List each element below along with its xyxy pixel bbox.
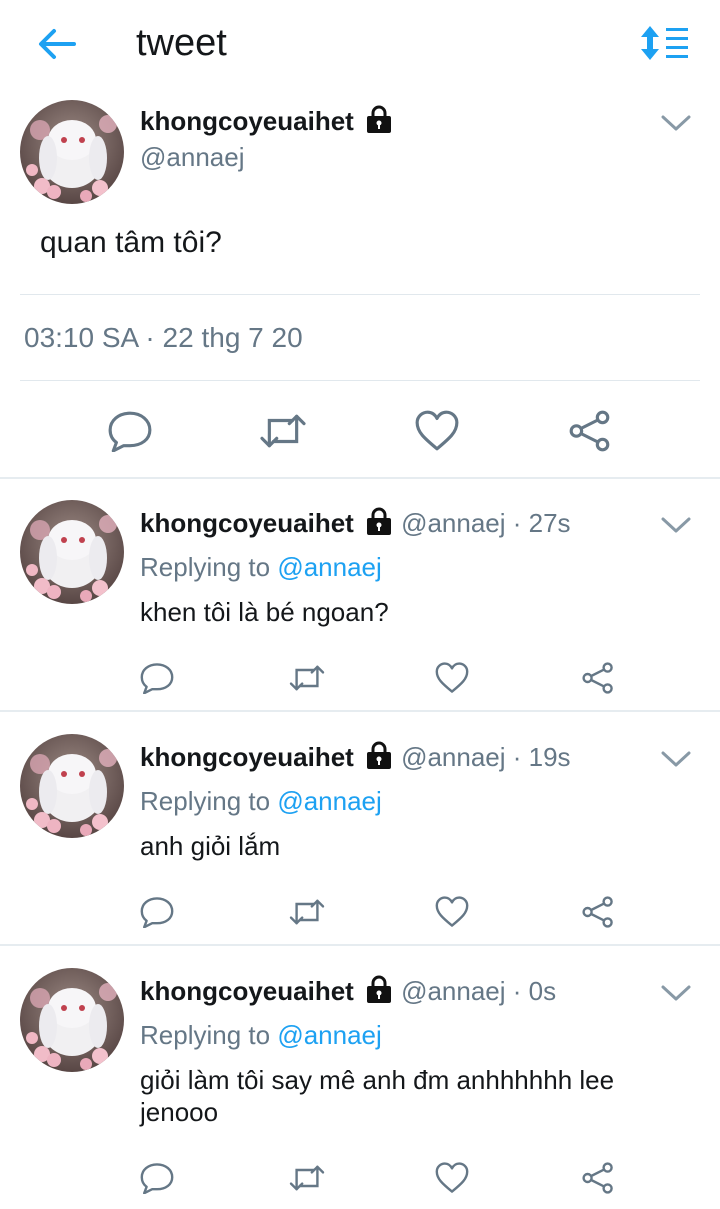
chevron-down-icon[interactable] — [660, 112, 692, 134]
tweet-timestamp: 03:10 SA · 22 thg 7 20 — [24, 322, 303, 353]
like-button[interactable] — [434, 896, 470, 928]
replying-prefix: Replying to — [140, 1020, 278, 1050]
reply-button[interactable] — [107, 410, 153, 452]
divider — [20, 380, 700, 381]
author-handle[interactable]: @annaej — [140, 142, 244, 173]
share-button[interactable] — [580, 662, 616, 694]
author-name-text[interactable]: khongcoyeuaihet — [140, 106, 354, 136]
author-handle-time: @annaej · 27s — [401, 508, 571, 538]
retweet-icon — [286, 896, 328, 928]
heart-icon — [414, 410, 460, 452]
author-handle-time: @annaej · 0s — [401, 976, 557, 1006]
tweet-text: giỏi làm tôi say mê anh đm anhhhhhh lee … — [140, 1065, 615, 1127]
mention-link[interactable]: @annaej — [277, 786, 381, 816]
arrow-left-icon[interactable] — [36, 26, 78, 62]
reply-icon — [139, 896, 175, 928]
tweet-text: anh giỏi lắm — [140, 831, 281, 861]
replying-to: Replying to @annaej — [140, 552, 382, 583]
avatar[interactable] — [20, 968, 124, 1072]
chevron-down-icon[interactable] — [660, 748, 692, 770]
page-title: tweet — [136, 22, 227, 64]
avatar[interactable] — [20, 734, 124, 838]
share-icon — [580, 896, 616, 928]
lock-icon — [364, 506, 394, 536]
retweet-icon — [256, 410, 310, 452]
reply-icon — [139, 1162, 175, 1194]
like-button[interactable] — [434, 1162, 470, 1194]
reply-button[interactable] — [139, 662, 175, 694]
retweet-icon — [286, 1162, 328, 1194]
heart-icon — [434, 896, 470, 928]
reply-icon — [139, 662, 175, 694]
author-name[interactable]: khongcoyeuaihet — [140, 742, 354, 772]
divider — [0, 710, 720, 712]
retweet-icon — [286, 662, 328, 694]
retweet-button[interactable] — [286, 896, 328, 928]
reply-header: khongcoyeuaihet @annaej · 27s — [140, 506, 571, 539]
author-name[interactable]: khongcoyeuaihet — [140, 976, 354, 1006]
heart-icon — [434, 1162, 470, 1194]
replying-prefix: Replying to — [140, 552, 278, 582]
author-handle-time: @annaej · 19s — [401, 742, 571, 772]
share-icon — [580, 1162, 616, 1194]
lock-icon — [364, 740, 394, 770]
avatar[interactable] — [20, 500, 124, 604]
mention-link[interactable]: @annaej — [277, 552, 381, 582]
divider — [20, 294, 700, 295]
replying-prefix: Replying to — [140, 786, 278, 816]
reply-header: khongcoyeuaihet @annaej · 19s — [140, 740, 571, 773]
author-name[interactable]: khongcoyeuaihet — [140, 104, 394, 137]
top-bar: tweet — [0, 0, 720, 90]
retweet-button[interactable] — [286, 662, 328, 694]
share-button[interactable] — [580, 1162, 616, 1194]
tweet-text: quan tâm tôi? — [40, 226, 222, 259]
lock-icon — [364, 974, 394, 1004]
heart-icon — [434, 662, 470, 694]
divider — [0, 944, 720, 946]
reply-button[interactable] — [139, 1162, 175, 1194]
retweet-button[interactable] — [286, 1162, 328, 1194]
share-icon — [580, 662, 616, 694]
avatar[interactable] — [20, 100, 124, 204]
divider — [0, 477, 720, 479]
share-icon — [567, 410, 613, 452]
lock-icon — [364, 104, 394, 134]
mention-link[interactable]: @annaej — [277, 1020, 381, 1050]
like-button[interactable] — [434, 662, 470, 694]
replying-to: Replying to @annaej — [140, 786, 382, 817]
share-button[interactable] — [580, 896, 616, 928]
replying-to: Replying to @annaej — [140, 1020, 382, 1051]
retweet-button[interactable] — [256, 410, 310, 452]
sort-lines-icon[interactable] — [640, 24, 690, 64]
reply-button[interactable] — [139, 896, 175, 928]
chevron-down-icon[interactable] — [660, 514, 692, 536]
tweet-text: khen tôi là bé ngoan? — [140, 597, 389, 627]
reply-icon — [107, 410, 153, 452]
chevron-down-icon[interactable] — [660, 982, 692, 1004]
share-button[interactable] — [567, 410, 613, 452]
author-name[interactable]: khongcoyeuaihet — [140, 508, 354, 538]
like-button[interactable] — [414, 410, 460, 452]
reply-header: khongcoyeuaihet @annaej · 0s — [140, 974, 556, 1007]
